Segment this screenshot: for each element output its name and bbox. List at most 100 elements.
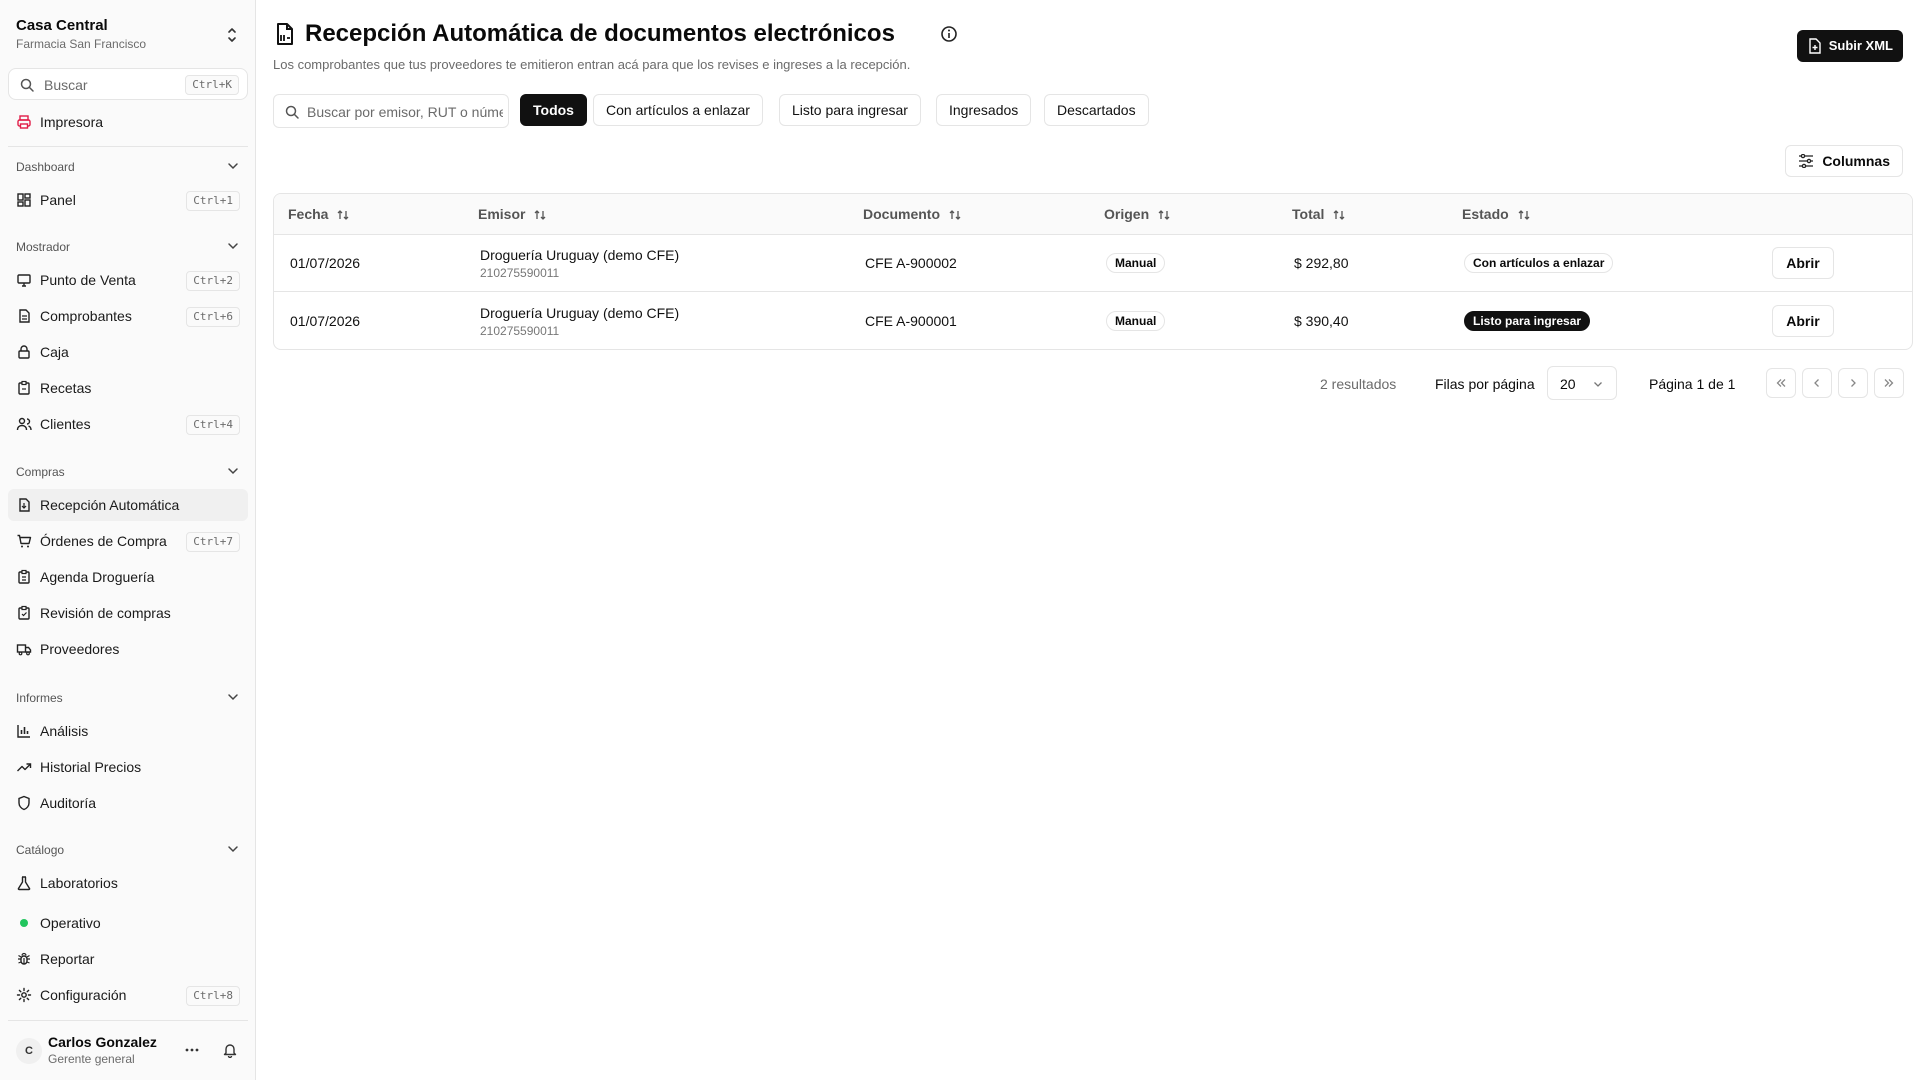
origin-badge: Manual	[1106, 311, 1166, 331]
sidebar-item-label: Impresora	[40, 114, 104, 130]
column-header-origen[interactable]: Origen	[1104, 206, 1171, 222]
user-menu[interactable]: C Carlos Gonzalez Gerente general	[8, 1030, 248, 1072]
table-header: Fecha Emisor Documento Origen Total Esta…	[274, 194, 1912, 235]
column-label: Origen	[1104, 206, 1150, 222]
filter-listo-para-ingresar[interactable]: Listo para ingresar	[779, 94, 921, 126]
first-page-button[interactable]	[1766, 368, 1796, 398]
sidebar-item-printer[interactable]: Impresora	[8, 106, 248, 138]
open-button[interactable]: Abrir	[1772, 305, 1834, 337]
sort-icon	[1333, 210, 1345, 221]
sidebar-item-panel[interactable]: Panel Ctrl+1	[8, 184, 248, 216]
bug-icon	[18, 952, 30, 965]
open-button[interactable]: Abrir	[1772, 247, 1834, 279]
truck-icon	[16, 644, 32, 656]
org-switcher[interactable]: Casa Central Farmacia San Francisco	[16, 16, 240, 56]
sidebar-item-ordenes-de-compra[interactable]: Órdenes de Compra Ctrl+7	[8, 525, 248, 557]
sidebar-search[interactable]: Buscar Ctrl+K	[8, 68, 248, 100]
sidebar-item-agenda-drogueria[interactable]: Agenda Droguería	[8, 561, 248, 593]
emisor-rut: 210275590011	[480, 324, 560, 338]
status-badge: Con artículos a enlazar	[1464, 253, 1614, 273]
chevron-left-icon	[1814, 379, 1819, 387]
sidebar-item-historial-precios[interactable]: Historial Precios	[8, 751, 248, 783]
column-header-documento[interactable]: Documento	[863, 206, 962, 222]
document-search-input[interactable]: Buscar por emisor, RUT o número	[273, 94, 509, 128]
sidebar-item-clientes[interactable]: Clientes Ctrl+4	[8, 408, 248, 440]
cell-total: $ 390,40	[1294, 313, 1349, 329]
table-row[interactable]: 01/07/2026 Droguería Uruguay (demo CFE) …	[274, 235, 1912, 292]
rows-per-page-label: Filas por página	[1435, 376, 1535, 392]
cell-documento: CFE A-900001	[865, 313, 957, 329]
chevron-down-icon	[228, 846, 238, 853]
sidebar-item-laboratorios[interactable]: Laboratorios	[8, 867, 248, 899]
chevrons-left-icon	[1776, 379, 1786, 387]
upload-xml-label: Subir XML	[1828, 38, 1893, 53]
chevron-down-icon	[228, 163, 238, 170]
cart-icon	[17, 534, 32, 548]
group-compras[interactable]: Compras	[16, 462, 240, 482]
next-page-button[interactable]	[1838, 368, 1868, 398]
columns-button[interactable]: Columnas	[1785, 145, 1903, 177]
last-page-button[interactable]	[1874, 368, 1904, 398]
sidebar-item-label: Laboratorios	[40, 875, 118, 891]
sort-icon	[1518, 210, 1530, 221]
bell-icon[interactable]	[222, 1042, 238, 1058]
sidebar-item-proveedores[interactable]: Proveedores	[8, 633, 248, 665]
group-dashboard[interactable]: Dashboard	[16, 157, 240, 177]
upload-xml-button[interactable]: Subir XML	[1796, 30, 1903, 62]
shield-icon	[18, 795, 30, 811]
prev-page-button[interactable]	[1802, 368, 1832, 398]
sidebar-item-label: Historial Precios	[40, 759, 142, 775]
sidebar-item-comprobantes[interactable]: Comprobantes Ctrl+6	[8, 300, 248, 332]
flask-icon	[17, 876, 31, 891]
sidebar-item-auditoria[interactable]: Auditoría	[8, 787, 248, 819]
column-label: Estado	[1462, 206, 1509, 222]
group-informes[interactable]: Informes	[16, 688, 240, 708]
sidebar-item-revision-de-compras[interactable]: Revisión de compras	[8, 597, 248, 629]
sidebar-item-reportar[interactable]: Reportar	[8, 943, 248, 975]
column-label: Documento	[863, 206, 940, 222]
origin-badge: Manual	[1106, 253, 1166, 273]
sidebar-item-label: Reportar	[40, 951, 95, 967]
sidebar-item-analisis[interactable]: Análisis	[8, 715, 248, 747]
column-header-total[interactable]: Total	[1292, 206, 1346, 222]
rows-per-page-select[interactable]: 20	[1547, 366, 1617, 400]
column-label: Emisor	[478, 206, 526, 222]
filter-ingresados[interactable]: Ingresados	[936, 94, 1032, 126]
documents-table: Fecha Emisor Documento Origen Total Esta…	[273, 193, 1913, 350]
filter-todos[interactable]: Todos	[520, 94, 587, 126]
shortcut-badge: Ctrl+6	[186, 307, 240, 327]
sort-icon	[949, 210, 961, 221]
more-horizontal-icon[interactable]	[184, 1042, 200, 1058]
sidebar-item-punto-de-venta[interactable]: Punto de Venta Ctrl+2	[8, 264, 248, 296]
shortcut-badge: Ctrl+2	[186, 271, 240, 291]
status-badge: Listo para ingresar	[1464, 311, 1591, 331]
main-content: Recepción Automática de documentos elect…	[257, 0, 1920, 1080]
chevron-down-icon	[228, 243, 238, 250]
cell-emisor: Droguería Uruguay (demo CFE) 21027559001…	[480, 305, 679, 338]
file-import-icon	[19, 498, 30, 512]
sidebar-item-configuracion[interactable]: Configuración Ctrl+8	[8, 979, 248, 1011]
column-header-emisor[interactable]: Emisor	[478, 206, 547, 222]
sidebar-item-label: Auditoría	[40, 795, 97, 811]
sidebar-item-recepcion-automatica[interactable]: Recepción Automática	[8, 489, 248, 521]
sidebar-item-operativo[interactable]: Operativo	[8, 907, 248, 939]
sidebar-item-label: Revisión de compras	[40, 605, 171, 621]
shortcut-badge: Ctrl+1	[186, 191, 240, 211]
monitor-icon	[17, 274, 31, 287]
filter-con-articulos-a-enlazar[interactable]: Con artículos a enlazar	[593, 94, 763, 126]
sort-icon	[338, 210, 349, 221]
column-header-estado[interactable]: Estado	[1462, 206, 1531, 222]
page-indicator: Página 1 de 1	[1649, 376, 1736, 392]
sidebar-item-recetas[interactable]: Recetas	[8, 372, 248, 404]
table-row[interactable]: 01/07/2026 Droguería Uruguay (demo CFE) …	[274, 293, 1912, 349]
rows-per-page-value: 20	[1560, 376, 1576, 392]
shortcut-badge: Ctrl+K	[185, 75, 239, 95]
group-mostrador[interactable]: Mostrador	[16, 237, 240, 257]
info-icon[interactable]	[940, 25, 958, 43]
group-catalogo[interactable]: Catálogo	[16, 840, 240, 860]
column-header-fecha[interactable]: Fecha	[288, 206, 350, 222]
status-dot	[20, 919, 28, 927]
sidebar-item-caja[interactable]: Caja	[8, 336, 248, 368]
filter-descartados[interactable]: Descartados	[1044, 94, 1149, 126]
gear-icon	[16, 987, 32, 1003]
